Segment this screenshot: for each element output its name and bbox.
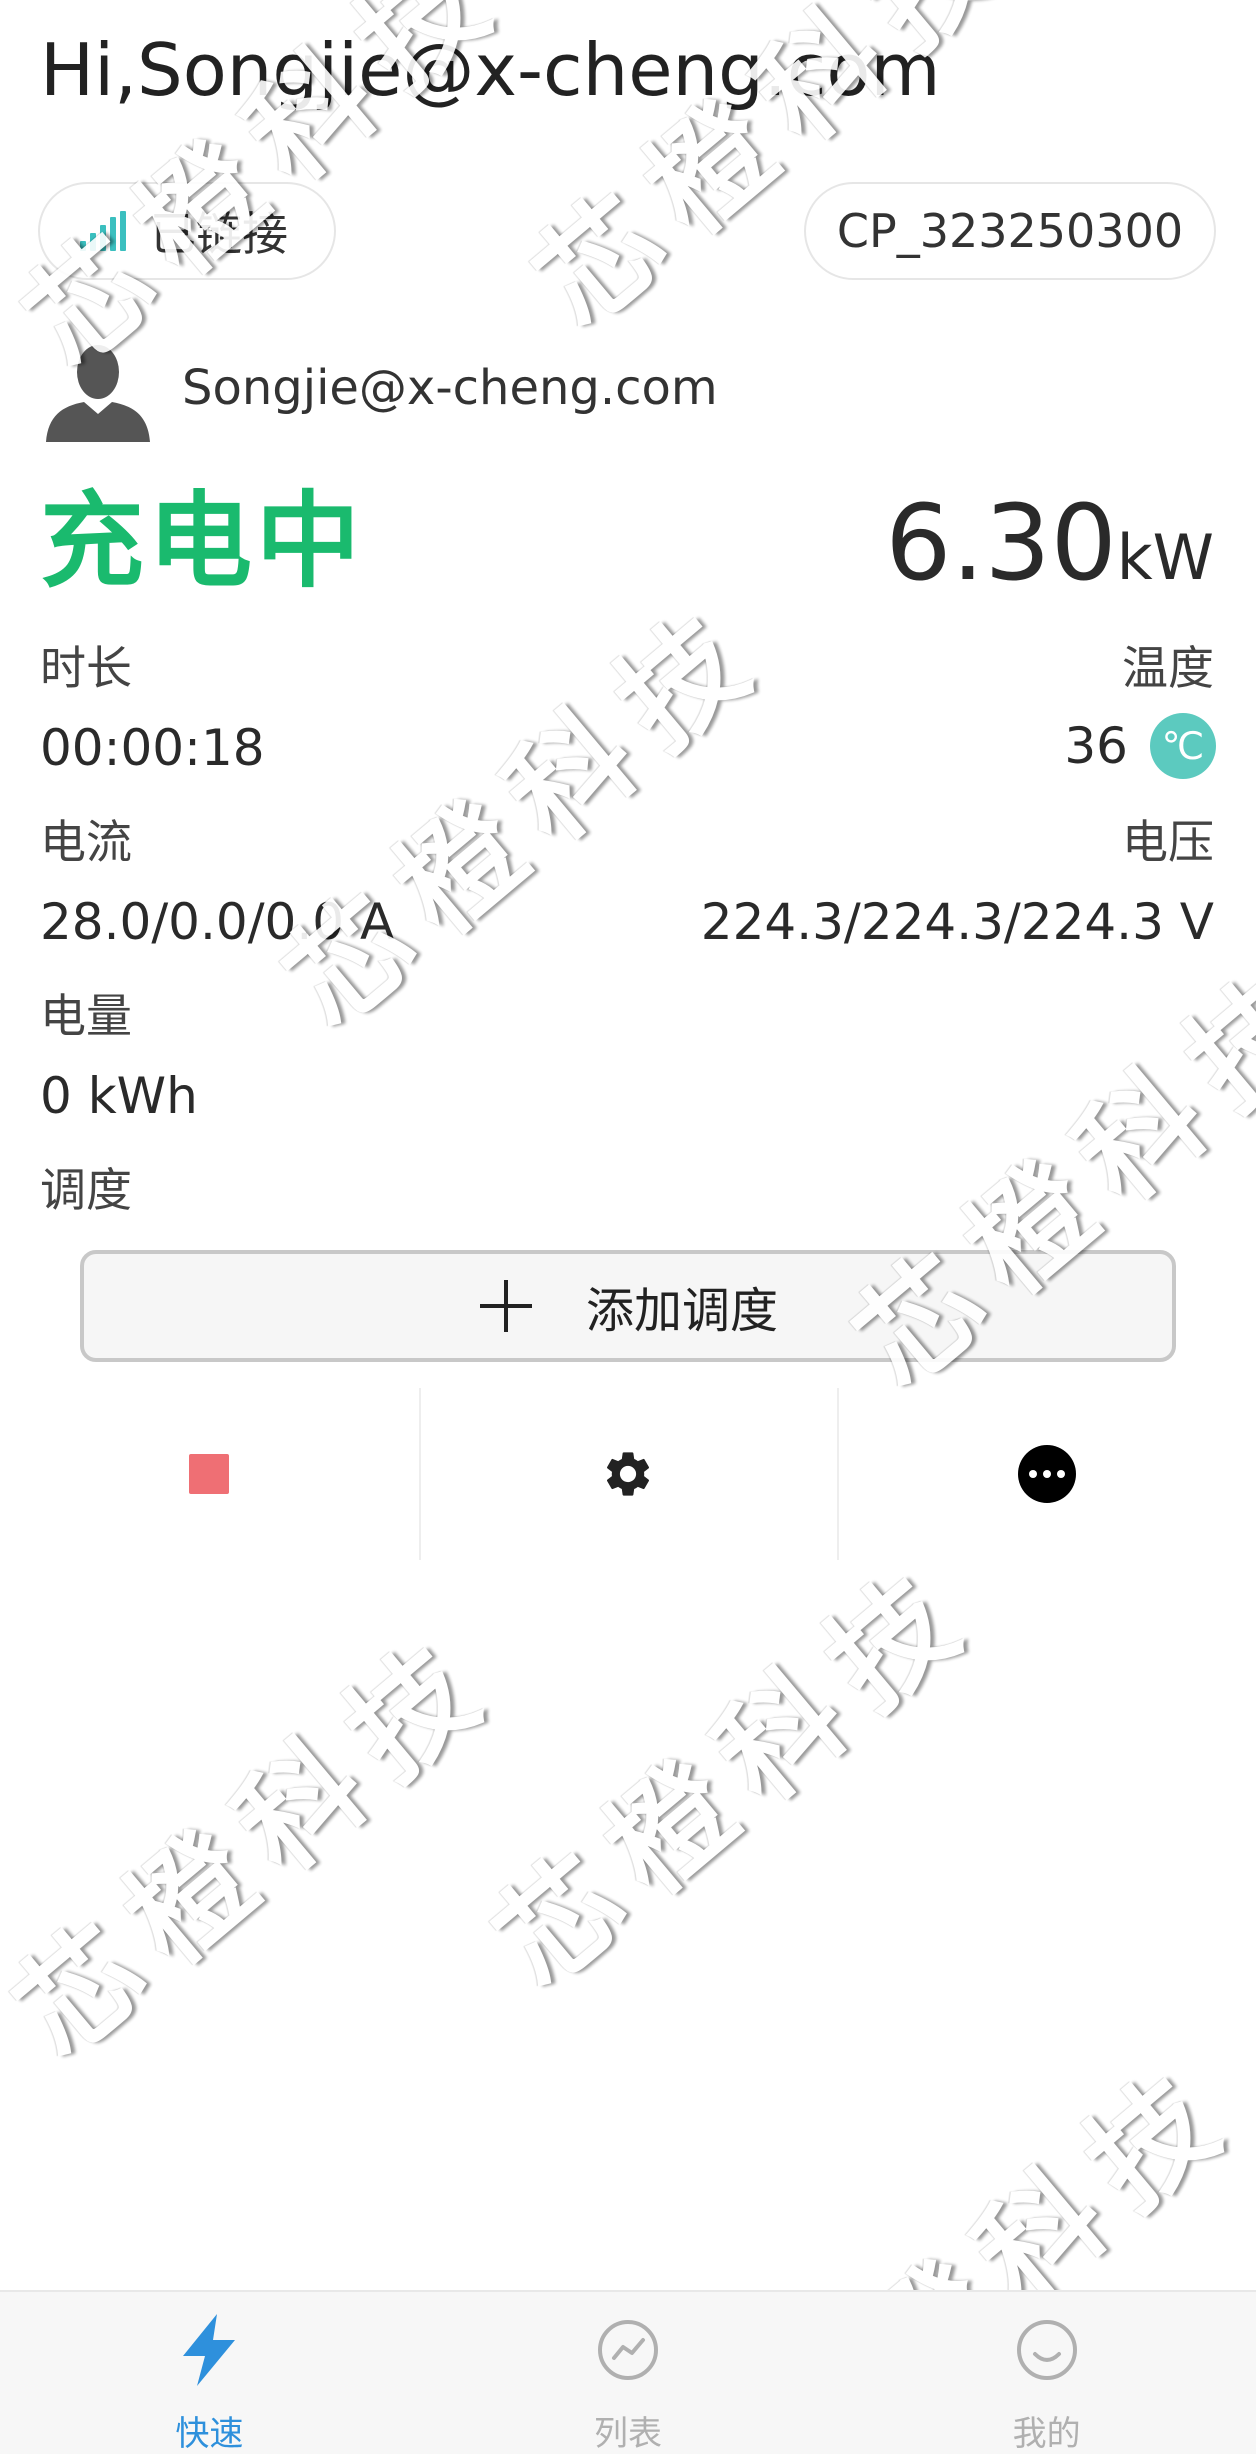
add-schedule-label: 添加调度 — [585, 1283, 778, 1339]
power-value: 6.30 — [885, 482, 1117, 604]
add-schedule-button[interactable]: 添加调度 — [80, 1250, 1176, 1362]
temperature-label: 温度 — [1122, 641, 1214, 695]
power-readout: 6.30kW — [885, 478, 1214, 639]
tab-list-label: 列表 — [594, 2414, 662, 2454]
more-icon — [1017, 1445, 1076, 1503]
user-row: Songjie@x-cheng.com — [44, 334, 718, 442]
more-button[interactable] — [837, 1388, 1256, 1560]
voltage-value: 224.3/224.3/224.3 V — [700, 893, 1214, 951]
chart-circle-icon — [598, 2320, 658, 2380]
gear-icon — [606, 1452, 650, 1496]
energy-label: 电量 — [40, 989, 132, 1043]
user-email: Songjie@x-cheng.com — [182, 360, 718, 416]
watermark: 芯橙科技 — [0, 1607, 521, 2085]
greeting-title: Hi,Songjie@x-cheng.com — [40, 28, 941, 112]
settings-button[interactable] — [418, 1388, 838, 1560]
duration-label: 时长 — [40, 641, 132, 695]
temperature-readout: 36 ℃ — [1064, 712, 1216, 780]
duration-value: 00:00:18 — [40, 719, 265, 777]
user-silhouette-icon — [46, 345, 150, 442]
connection-status-pill[interactable]: 已链接 — [38, 182, 336, 280]
app-screen: Hi,Songjie@x-cheng.com 已链接 CP_323250300 … — [0, 0, 1256, 2454]
schedule-label: 调度 — [40, 1163, 132, 1217]
tab-mine-label: 我的 — [1012, 2414, 1081, 2454]
connection-status-label: 已链接 — [150, 207, 288, 261]
power-unit: kW — [1116, 521, 1214, 594]
lightning-icon — [183, 2314, 236, 2386]
bottom-tab-bar: 快速 列表 我的 — [0, 2290, 1256, 2454]
watermark: 芯橙科技 — [470, 1537, 1001, 2015]
current-label: 电流 — [40, 815, 132, 869]
device-id-pill[interactable]: CP_323250300 — [804, 182, 1216, 280]
tab-list[interactable]: 列表 — [419, 2292, 838, 2454]
stop-icon — [189, 1454, 230, 1494]
temperature-value: 36 — [1064, 717, 1128, 775]
energy-value: 0 kWh — [40, 1067, 198, 1125]
charging-status: 充电中 — [40, 480, 365, 602]
tab-quick-label: 快速 — [175, 2414, 244, 2454]
current-value: 28.0/0.0/0.0 A — [40, 893, 395, 951]
stop-button[interactable] — [0, 1388, 419, 1560]
action-bar — [0, 1388, 1256, 1560]
tab-mine[interactable]: 我的 — [837, 2292, 1256, 2454]
tab-quick[interactable]: 快速 — [0, 2292, 419, 2454]
signal-bars-icon — [80, 211, 130, 251]
watermark: 芯橙科技 — [260, 577, 791, 1055]
smile-icon — [1016, 2320, 1077, 2380]
celsius-icon: ℃ — [1150, 713, 1216, 779]
plus-icon — [479, 1280, 532, 1332]
device-id: CP_323250300 — [836, 204, 1184, 258]
voltage-label: 电压 — [1122, 815, 1214, 869]
